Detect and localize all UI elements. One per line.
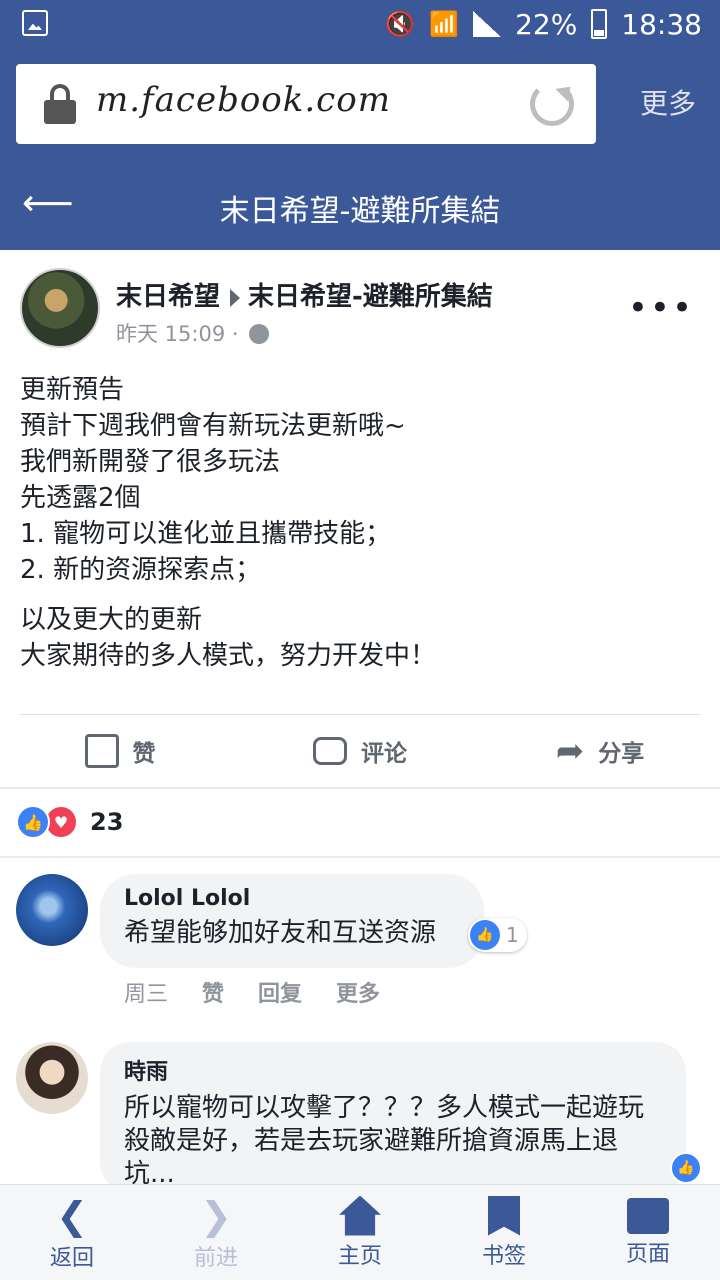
triangle-right-icon [230, 288, 241, 307]
comment-like-count: 1 [506, 923, 519, 947]
nav-home-label: 主页 [337, 1243, 382, 1269]
post-paragraph-2: 以及更大的更新 大家期待的多人模式，努力开发中！ [20, 602, 700, 674]
browser-more-button[interactable]: 更多 [640, 82, 696, 122]
meta-separator: · [231, 322, 239, 346]
comment-bubble: 時雨 所以寵物可以攻擊了？？？多人模式一起遊玩殺敵是好，若是去玩家避難所搶資源馬… [100, 1042, 686, 1192]
pages-icon [627, 1197, 669, 1234]
reaction-count: 23 [90, 808, 124, 836]
browser-toolbar: m.facebook.com 更多 [0, 48, 720, 160]
post-line: 2. 新的资源探索点； [20, 555, 262, 585]
post-paragraph-1: 更新預告 預計下週我們會有新玩法更新哦~ 我們新開發了很多玩法 先透露2個 1.… [20, 372, 700, 588]
battery-percent: 22% [515, 7, 578, 41]
commenter-avatar[interactable] [16, 1042, 88, 1114]
post-author-name[interactable]: 末日希望 [116, 282, 220, 312]
comment-like-badge[interactable]: 👍 [670, 1152, 702, 1184]
divider [0, 856, 720, 858]
status-icons: 🔇 📶 22% 18:38 [385, 6, 702, 42]
status-bar: 🔇 📶 22% 18:38 [0, 0, 720, 48]
globe-icon [249, 324, 270, 344]
post-actions: 赞 评论 ➦ 分享 [0, 715, 720, 787]
nav-bookmarks-button[interactable]: 书签 [432, 1185, 576, 1280]
post-body: 更新預告 預計下週我們會有新玩法更新哦~ 我們新開發了很多玩法 先透露2個 1.… [20, 372, 700, 674]
more-options-icon[interactable]: ••• [628, 288, 694, 328]
chevron-right-icon: ❯ [200, 1193, 232, 1238]
wifi-icon: 📶 [429, 10, 460, 38]
address-bar[interactable]: m.facebook.com [16, 64, 596, 144]
post-line: 大家期待的多人模式，努力开发中！ [20, 641, 437, 671]
post-meta: 昨天 15:09 · [116, 318, 270, 348]
browser-bottom-nav: ❮ 返回 ❯ 前进 主页 书签 页面 [0, 1184, 720, 1280]
comment-text: 所以寵物可以攻擊了？？？多人模式一起遊玩殺敵是好，若是去玩家避難所搶資源馬上退坑… [124, 1093, 645, 1189]
nav-bookmarks-label: 书签 [481, 1243, 526, 1269]
comment-date: 周三 [124, 982, 169, 1007]
post-line: 以及更大的更新 [20, 605, 203, 635]
like-reaction-icon: 👍 [16, 805, 50, 839]
share-button[interactable]: ➦ 分享 [480, 715, 720, 787]
nav-forward-label: 前进 [193, 1245, 238, 1271]
clock: 18:38 [621, 7, 702, 41]
commenter-avatar[interactable] [16, 874, 88, 946]
nav-back-button[interactable]: ❮ 返回 [0, 1185, 144, 1280]
post-time[interactable]: 昨天 15:09 [116, 322, 225, 346]
share-label: 分享 [598, 741, 645, 767]
bookmark-icon [488, 1195, 520, 1236]
thumbs-up-icon [84, 734, 119, 768]
nav-forward-button[interactable]: ❯ 前进 [144, 1185, 288, 1280]
comment-button[interactable]: 评论 [240, 715, 480, 787]
comment-text: 希望能够加好友和互送资源 [124, 918, 437, 948]
post-line: 先透露2個 [20, 483, 141, 513]
comment-reply-button[interactable]: 回复 [258, 976, 302, 1008]
post-line: 更新預告 [20, 375, 125, 405]
nav-back-label: 返回 [49, 1245, 94, 1271]
author-avatar[interactable] [20, 268, 100, 348]
divider [0, 787, 720, 789]
like-reaction-icon: 👍 [470, 920, 500, 950]
chevron-left-icon: ❮ [56, 1193, 88, 1238]
like-label: 赞 [132, 741, 156, 767]
battery-icon [591, 9, 608, 39]
post-header: 末日希望 末日希望-避難所集結 昨天 15:09 · ••• [0, 250, 720, 360]
post-line: 1. 寵物可以進化並且攜帶技能； [20, 519, 392, 549]
post-author-line: 末日希望 末日希望-避難所集結 [116, 276, 493, 313]
reload-icon[interactable] [530, 82, 574, 126]
reaction-summary[interactable]: 👍 ♥ 23 [16, 804, 123, 840]
page-title: 末日希望-避難所集結 [219, 194, 501, 229]
share-icon: ➦ [555, 731, 585, 771]
comment-like-badge[interactable]: 👍 1 [468, 918, 527, 952]
comment-more-button[interactable]: 更多 [336, 976, 380, 1008]
gallery-notification-icon [22, 10, 48, 36]
mute-icon: 🔇 [385, 10, 416, 38]
cell-signal-icon [473, 11, 502, 37]
nav-home-button[interactable]: 主页 [288, 1185, 432, 1280]
commenter-name[interactable]: Lolol Lolol [124, 886, 460, 911]
comment-bubble: Lolol Lolol 希望能够加好友和互送资源 [100, 874, 484, 968]
comment-icon [313, 737, 347, 765]
comment-actions: 周三 赞 回复 更多 [124, 976, 380, 1008]
comment-label: 评论 [361, 741, 407, 767]
comment-like-button[interactable]: 赞 [202, 976, 224, 1008]
url-text[interactable]: m.facebook.com [96, 80, 391, 120]
home-icon [339, 1195, 381, 1236]
nav-pages-button[interactable]: 页面 [576, 1185, 720, 1280]
nav-pages-label: 页面 [625, 1241, 670, 1267]
post-group-name[interactable]: 末日希望-避難所集結 [248, 282, 493, 312]
post-line: 我們新開發了很多玩法 [20, 447, 281, 477]
lock-icon [44, 84, 76, 124]
commenter-name[interactable]: 時雨 [124, 1054, 662, 1086]
like-button[interactable]: 赞 [0, 715, 240, 787]
post-line: 預計下週我們會有新玩法更新哦~ [20, 411, 406, 441]
page-header: ⟵ 末日希望-避難所集結 [0, 160, 720, 250]
